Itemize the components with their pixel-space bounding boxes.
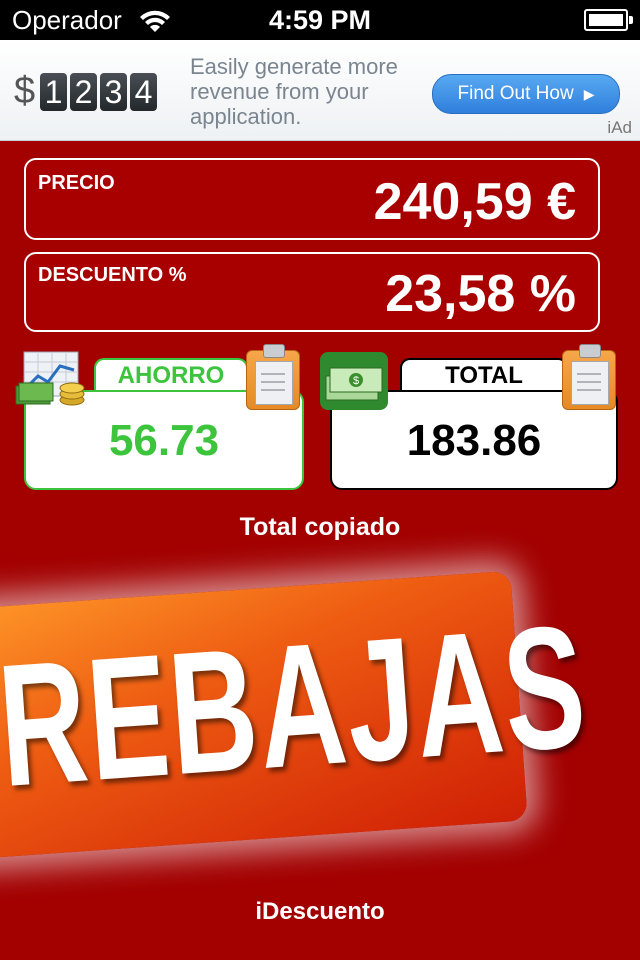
discount-field[interactable]: DESCUENTO % 23,58 % (24, 252, 600, 332)
price-field[interactable]: PRECIO 240,59 € (24, 158, 600, 240)
total-label: TOTAL (400, 358, 568, 394)
discount-value: 23,58 % (385, 265, 576, 323)
ad-digit: 4 (130, 73, 157, 111)
rebajas-text: REBAJAS (0, 588, 593, 824)
price-label: PRECIO (38, 172, 115, 194)
chevron-right-icon: ▶ (583, 86, 595, 102)
ad-digit: 1 (40, 73, 67, 111)
total-value: 183.86 (406, 416, 542, 465)
find-out-how-button[interactable]: Find Out How ▶ (432, 74, 620, 114)
clipboard-icon[interactable] (562, 344, 616, 410)
savings-value: 56.73 (108, 416, 220, 465)
ad-digit-counter: 1 2 3 4 (40, 73, 157, 111)
ad-digit: 2 (70, 73, 97, 111)
discount-label: DESCUENTO % (38, 264, 187, 286)
svg-text:$: $ (353, 375, 359, 387)
price-value: 240,59 € (373, 173, 576, 231)
copied-status: Total copiado (239, 513, 401, 541)
clipboard-icon[interactable] (246, 344, 300, 410)
ad-dollar-sign: $ (14, 70, 36, 112)
app-name: iDescuento (255, 898, 385, 925)
savings-chart-coins-icon (15, 351, 85, 406)
battery-icon (584, 9, 633, 31)
find-out-how-label: Find Out How (457, 83, 574, 104)
money-stack-icon: $ (320, 352, 388, 410)
status-bar: Operador 4:59 PM (0, 0, 640, 40)
ad-text: Easily generate more revenue from your a… (190, 54, 398, 129)
clock: 4:59 PM (268, 5, 372, 35)
savings-label: AHORRO (94, 358, 248, 394)
iad-banner[interactable]: $ 1 2 3 4 Easily generate more revenue f… (0, 40, 640, 141)
rebajas-banner: REBAJAS (0, 569, 593, 870)
ad-digit: 3 (100, 73, 127, 111)
iad-badge: iAd (607, 118, 632, 137)
